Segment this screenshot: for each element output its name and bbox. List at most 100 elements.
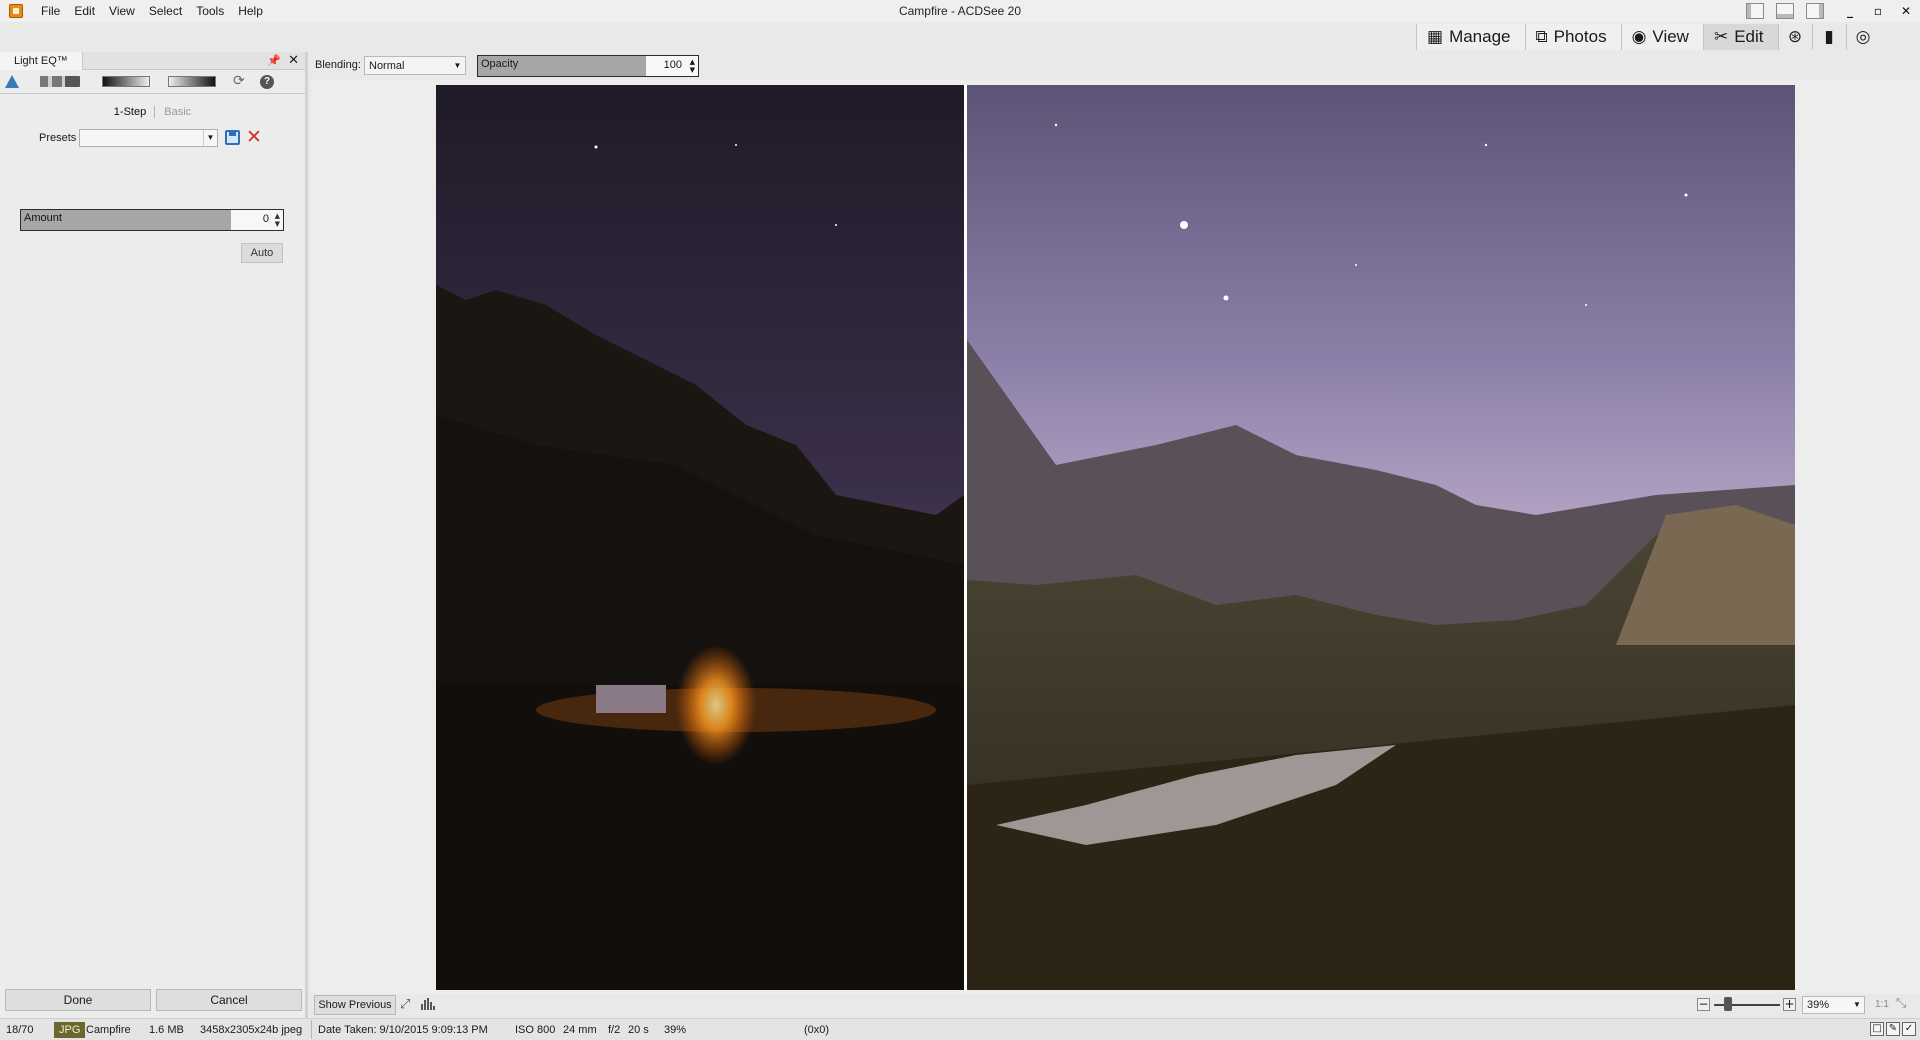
histogram-bar: [424, 1000, 426, 1010]
photos-icon: ⧉: [1535, 27, 1548, 47]
amount-value[interactable]: 0: [233, 213, 269, 225]
blending-value: Normal: [369, 60, 405, 72]
panel-header: Light EQ™ 📌 ✕: [0, 52, 305, 70]
zoom-slider-thumb[interactable]: [1724, 997, 1732, 1011]
mode-tab-view[interactable]: ◉ View: [1620, 24, 1703, 50]
panel-close-icon[interactable]: ✕: [288, 53, 299, 68]
square-icon[interactable]: □: [1870, 1022, 1884, 1036]
opacity-value[interactable]: 100: [646, 59, 682, 71]
status-iso: ISO 800: [515, 1024, 556, 1036]
eye-icon: ◉: [1631, 27, 1647, 47]
panel-toolbar: ⟳ ?: [0, 70, 305, 94]
status-bar: 18/70 JPG Campfire 1.6 MB 3458x2305x24b …: [0, 1018, 1920, 1040]
amount-label: Amount: [24, 212, 62, 224]
menu-edit[interactable]: Edit: [67, 0, 102, 22]
gradient-dark-to-light-icon[interactable]: [102, 76, 150, 87]
close-button[interactable]: ✕: [1892, 0, 1920, 22]
done-button[interactable]: Done: [5, 989, 151, 1011]
zoom-in-button[interactable]: +: [1783, 998, 1796, 1011]
window-controls: _ ▫ ✕: [1746, 0, 1920, 22]
campfire-photo-split-preview[interactable]: [436, 85, 1795, 990]
menu-help[interactable]: Help: [231, 0, 270, 22]
save-preset-icon[interactable]: [225, 130, 240, 145]
blending-label: Blending:: [315, 59, 361, 71]
menu-bar: File Edit View Select Tools Help: [34, 0, 270, 22]
minimize-button[interactable]: _: [1836, 0, 1864, 22]
chevron-down-icon: ▼: [453, 61, 462, 70]
365-icon[interactable]: ⊛: [1777, 24, 1812, 50]
light-eq-mode-tabs: 1-Step Basic: [0, 106, 305, 118]
window-title: Campfire - ACDSee 20: [898, 4, 1022, 18]
tab-1-step[interactable]: 1-Step: [108, 106, 156, 118]
opacity-label: Opacity: [481, 58, 519, 70]
menu-select[interactable]: Select: [142, 0, 189, 22]
layout-bottom-panel-icon[interactable]: [1776, 3, 1794, 19]
develop-eye-icon[interactable]: ◎: [1845, 24, 1880, 50]
mode-tab-edit[interactable]: ✂ Edit: [1702, 24, 1778, 50]
chevron-down-icon: ▼: [203, 130, 217, 146]
show-previous-button[interactable]: Show Previous: [314, 995, 396, 1015]
amount-spinner-icon[interactable]: ▲ ▼: [275, 212, 280, 228]
status-dimensions: 3458x2305x24b jpeg: [200, 1024, 303, 1036]
histogram-icon[interactable]: [421, 998, 435, 1010]
reset-icon[interactable]: ⟳: [233, 73, 245, 89]
status-icons: □ ✎ ✓: [1870, 1022, 1916, 1036]
zoom-value: 39%: [1807, 999, 1830, 1011]
status-shutter: 20 s: [628, 1024, 649, 1036]
help-icon[interactable]: ?: [260, 75, 274, 89]
amount-slider[interactable]: Amount 0 ▲ ▼: [20, 209, 284, 231]
tab-basic[interactable]: Basic: [158, 106, 197, 118]
status-date-taken: Date Taken: 9/10/2015 9:09:13 PM: [318, 1024, 488, 1036]
warning-icon[interactable]: [5, 75, 19, 88]
blending-dropdown[interactable]: Normal ▼: [364, 56, 466, 75]
mode-tab-label: Edit: [1734, 27, 1764, 46]
edit-tools-icon: ✂: [1713, 27, 1729, 47]
photo-artwork: [436, 85, 1795, 990]
status-separator: [311, 1020, 312, 1039]
cancel-button[interactable]: Cancel: [156, 989, 302, 1011]
status-zoom: 39%: [664, 1024, 687, 1036]
title-bar: File Edit View Select Tools Help Campfir…: [0, 0, 1920, 22]
zoom-dropdown[interactable]: 39% ▼: [1802, 996, 1865, 1014]
status-cursor-coords: (0x0): [804, 1024, 830, 1036]
status-focal-length: 24 mm: [563, 1024, 597, 1036]
status-format-badge: JPG: [54, 1022, 86, 1038]
pin-icon[interactable]: 📌: [267, 54, 281, 67]
mode-tab-label: Manage: [1449, 27, 1511, 46]
check-icon[interactable]: ✓: [1902, 1022, 1916, 1036]
fullscreen-icon[interactable]: ⤢: [400, 997, 410, 1012]
restore-button[interactable]: ▫: [1864, 0, 1892, 22]
menu-view[interactable]: View: [102, 0, 142, 22]
light-eq-panel: Light EQ™ 📌 ✕ ⟳ ? 1-Step Basic Presets ▼…: [0, 52, 308, 1018]
actual-size-button[interactable]: 1:1: [1875, 999, 1889, 1010]
mode-tab-label: Photos: [1553, 27, 1607, 46]
mode-tab-bar: ▦ Manage ⧉ Photos ◉ View ✂ Edit ⊛ ▮ ◎: [1416, 24, 1880, 50]
acdsee-app-icon[interactable]: [9, 4, 23, 18]
histogram-bar: [421, 1004, 423, 1010]
fit-to-screen-icon[interactable]: ⤡: [1896, 996, 1906, 1011]
auto-button[interactable]: Auto: [241, 243, 283, 263]
menu-file[interactable]: File: [34, 0, 67, 22]
opacity-slider[interactable]: Opacity 100 ▲ ▼: [477, 55, 699, 77]
presets-dropdown[interactable]: ▼: [79, 129, 218, 147]
mode-tab-label: View: [1652, 27, 1689, 46]
mode-tab-photos[interactable]: ⧉ Photos: [1524, 24, 1621, 50]
gradient-light-to-dark-icon[interactable]: [168, 76, 216, 87]
opacity-spinner-icon[interactable]: ▲ ▼: [690, 58, 695, 74]
layout-left-panel-icon[interactable]: [1746, 3, 1764, 19]
pencil-icon[interactable]: ✎: [1886, 1022, 1900, 1036]
status-filename: Campfire: [86, 1024, 131, 1036]
histogram-bar: [427, 998, 429, 1010]
histogram-bar: [433, 1006, 435, 1010]
layout-right-panel-icon[interactable]: [1806, 3, 1824, 19]
menu-tools[interactable]: Tools: [189, 0, 231, 22]
panel-tab-title[interactable]: Light EQ™: [0, 52, 83, 70]
histogram-bar: [430, 1002, 432, 1010]
mode-tab-manage[interactable]: ▦ Manage: [1416, 24, 1525, 50]
dashboard-icon[interactable]: ▮: [1811, 24, 1846, 50]
zoom-out-button[interactable]: −: [1697, 998, 1710, 1011]
delete-preset-icon[interactable]: ✕: [246, 126, 262, 148]
filmstrip-icon[interactable]: [40, 76, 80, 87]
status-file-size: 1.6 MB: [149, 1024, 184, 1036]
grid-icon: ▦: [1427, 27, 1444, 47]
